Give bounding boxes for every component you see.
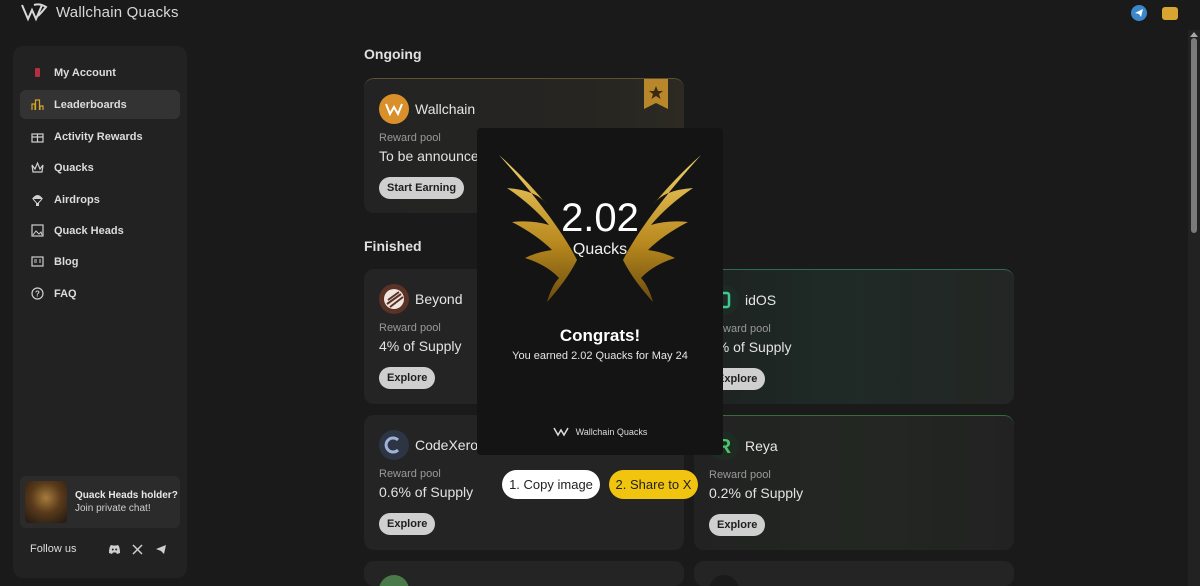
campaign-logo-icon	[709, 575, 739, 586]
top-bar: Wallchain Quacks	[0, 0, 1200, 26]
reward-unit: Quacks	[572, 241, 628, 258]
sidebar-item-label: Quack Heads	[54, 224, 124, 237]
scrollbar-thumb[interactable]	[1191, 38, 1197, 233]
reward-share-modal: 2.02 Quacks Congrats! You earned 2.02 Qu…	[477, 128, 723, 455]
sidebar-item-label: Quacks	[54, 161, 94, 174]
sidebar-item-my-account[interactable]: My Account	[20, 58, 180, 87]
telegram-icon[interactable]	[1131, 5, 1147, 21]
sidebar-item-quacks[interactable]: Quacks	[20, 153, 180, 182]
pool-value: 4% of Supply	[379, 338, 462, 354]
wallchain-logo-icon	[21, 3, 48, 22]
reward-amount: 2.02	[561, 196, 639, 240]
blog-icon	[31, 255, 44, 268]
follow-label: Follow us	[30, 543, 77, 555]
congrats-title: Congrats!	[559, 326, 641, 345]
promo-subtitle: Join private chat!	[75, 503, 151, 514]
earned-message: You earned 2.02 Quacks for May 24	[512, 350, 688, 362]
campaign-card-partial-right[interactable]	[694, 561, 1014, 586]
image-icon	[31, 224, 44, 237]
discord-icon[interactable]	[108, 543, 121, 555]
copy-image-button[interactable]: 1. Copy image	[502, 470, 600, 499]
card-name: idOS	[745, 292, 777, 308]
pool-label: Reward pool	[379, 322, 441, 334]
featured-star-icon	[644, 79, 668, 109]
ongoing-title: Ongoing	[364, 46, 422, 62]
share-to-x-button[interactable]: 2. Share to X	[609, 470, 698, 499]
leaderboard-icon	[31, 98, 44, 111]
wallet-icon[interactable]	[1162, 7, 1178, 20]
sidebar-item-quack-heads[interactable]: Quack Heads	[20, 216, 180, 245]
sidebar-item-label: Blog	[54, 255, 79, 268]
app-logo[interactable]: Wallchain Quacks	[20, 2, 179, 22]
modal-brand: Wallchain Quacks	[477, 426, 723, 437]
telegram-icon[interactable]	[154, 543, 167, 555]
campaign-logo-icon	[379, 575, 409, 586]
start-earning-button[interactable]: Start Earning	[379, 177, 465, 199]
pool-label: Reward pool	[379, 468, 441, 480]
sidebar-item-label: FAQ	[54, 287, 77, 300]
quack-heads-avatar	[25, 481, 67, 523]
wallchain-logo-icon	[552, 427, 569, 437]
crown-icon	[31, 161, 44, 174]
codexero-logo-icon	[379, 430, 409, 460]
pool-value: 0.6% of Supply	[379, 484, 474, 500]
sidebar-item-label: Airdrops	[54, 193, 100, 206]
wallchain-logo-icon	[379, 94, 409, 124]
card-name: Wallchain	[415, 101, 476, 117]
card-name: CodeXero	[415, 437, 479, 453]
account-icon	[31, 66, 44, 79]
campaign-card-reya[interactable]: R Reya Reward pool 0.2% of Supply Explor…	[694, 415, 1014, 550]
sidebar: My Account Leaderboards Activity Rewards…	[13, 46, 187, 578]
gift-icon	[31, 130, 44, 143]
sidebar-item-faq[interactable]: ? FAQ	[20, 279, 180, 308]
parachute-icon	[31, 193, 44, 206]
scroll-up-icon[interactable]	[1190, 31, 1198, 37]
page-scrollbar[interactable]	[1188, 30, 1200, 586]
quack-heads-promo[interactable]: Quack Heads holder? Join private chat!	[20, 476, 180, 528]
explore-button[interactable]: Explore	[379, 513, 436, 535]
pool-value: 0.2% of Supply	[709, 485, 804, 501]
svg-text:?: ?	[35, 290, 40, 299]
finished-title: Finished	[364, 238, 422, 254]
promo-title: Quack Heads holder?	[75, 490, 178, 501]
app-title: Wallchain Quacks	[56, 3, 179, 21]
sidebar-item-blog[interactable]: Blog	[20, 247, 180, 276]
sidebar-item-label: Leaderboards	[54, 98, 127, 111]
modal-brand-text: Wallchain Quacks	[575, 426, 648, 437]
pool-value: To be announced	[379, 148, 487, 164]
card-name: Beyond	[415, 291, 463, 307]
question-icon: ?	[31, 287, 44, 300]
explore-button[interactable]: Explore	[709, 514, 766, 536]
sidebar-item-label: Activity Rewards	[54, 130, 143, 143]
x-icon[interactable]	[131, 543, 144, 555]
sidebar-item-leaderboards[interactable]: Leaderboards	[20, 90, 180, 119]
beyond-logo-icon	[379, 284, 409, 314]
sidebar-item-airdrops[interactable]: Airdrops	[20, 185, 180, 214]
campaign-card-idos[interactable]: idOS Reward pool 2% of Supply Explore	[694, 269, 1014, 404]
campaign-card-partial-left[interactable]	[364, 561, 684, 586]
sidebar-item-label: My Account	[54, 66, 116, 79]
pool-label: Reward pool	[379, 132, 441, 144]
card-name: Reya	[745, 438, 778, 454]
sidebar-item-activity-rewards[interactable]: Activity Rewards	[20, 122, 180, 151]
explore-button[interactable]: Explore	[379, 367, 436, 389]
pool-label: Reward pool	[709, 469, 771, 481]
